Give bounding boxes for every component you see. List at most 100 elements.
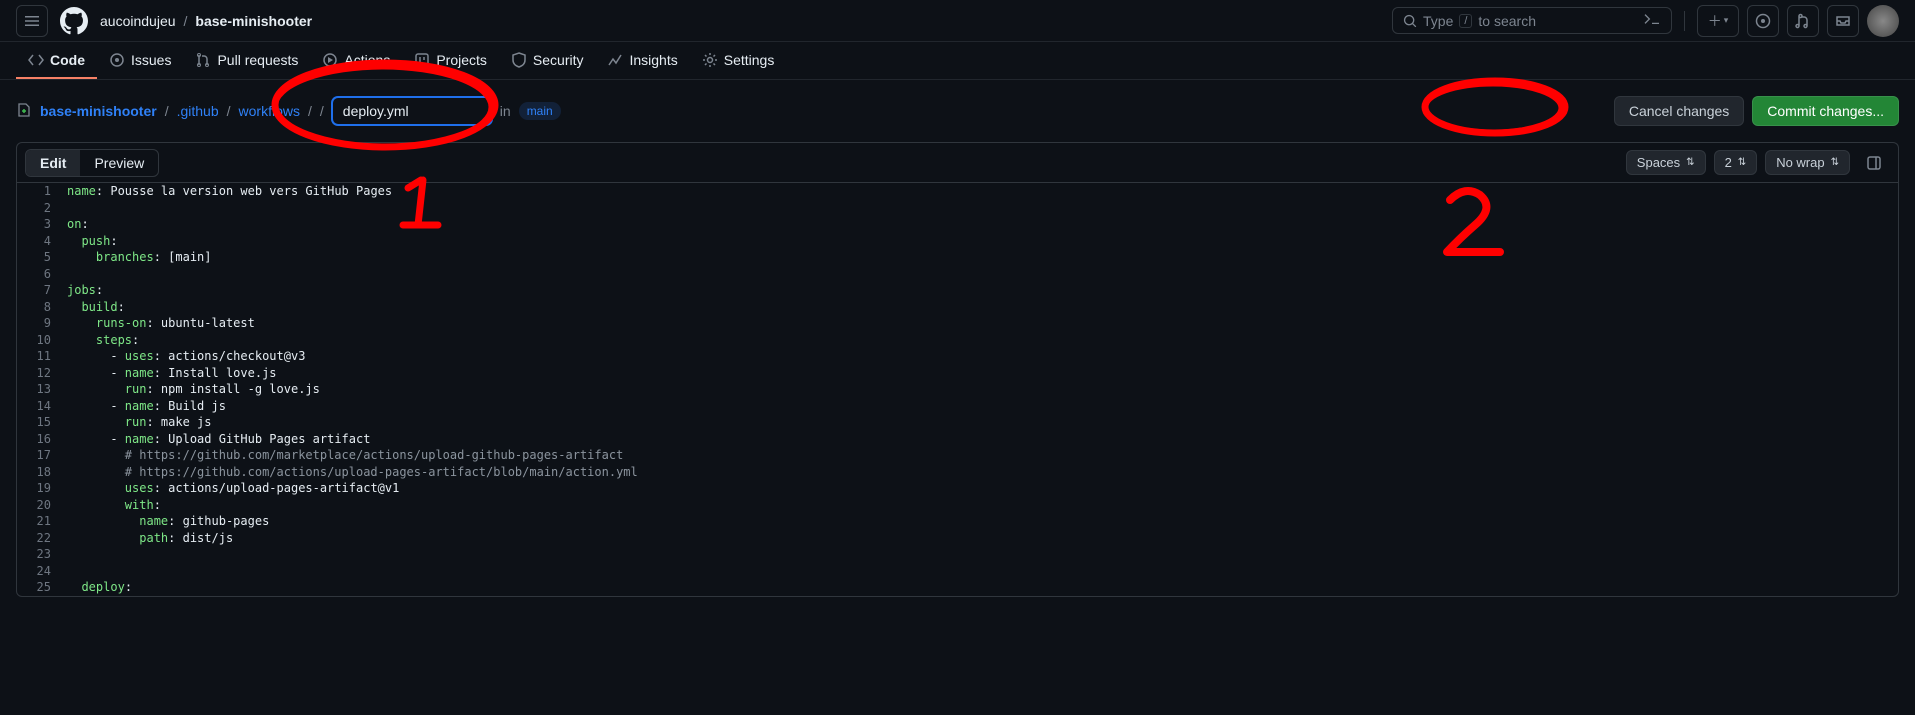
user-avatar[interactable] bbox=[1867, 5, 1899, 37]
create-new-button[interactable]: ＋ ▾ bbox=[1697, 5, 1739, 37]
code-line[interactable]: 4 push: bbox=[17, 233, 1898, 250]
code-content: run: make js bbox=[67, 414, 212, 431]
line-number: 14 bbox=[17, 398, 67, 415]
issues-button[interactable] bbox=[1747, 5, 1779, 37]
code-content: with: bbox=[67, 497, 161, 514]
line-number: 7 bbox=[17, 282, 67, 299]
code-line[interactable]: 21 name: github-pages bbox=[17, 513, 1898, 530]
tab-settings[interactable]: Settings bbox=[690, 42, 787, 79]
path-seg-workflows[interactable]: workflows bbox=[239, 103, 300, 119]
code-content: - name: Build js bbox=[67, 398, 226, 415]
tab-pull-requests[interactable]: Pull requests bbox=[183, 42, 310, 79]
search-hint: to search bbox=[1478, 13, 1536, 29]
code-line[interactable]: 7jobs: bbox=[17, 282, 1898, 299]
tab-code[interactable]: Code bbox=[16, 42, 97, 79]
code-line[interactable]: 9 runs-on: ubuntu-latest bbox=[17, 315, 1898, 332]
line-number: 17 bbox=[17, 447, 67, 464]
divider bbox=[1684, 11, 1685, 31]
owner-link[interactable]: aucoindujeu bbox=[100, 13, 176, 29]
in-label: in bbox=[500, 103, 511, 119]
code-content: deploy: bbox=[67, 579, 132, 596]
path-sep: / bbox=[308, 103, 312, 119]
shield-icon bbox=[511, 52, 527, 68]
line-number: 2 bbox=[17, 200, 67, 217]
filename-input[interactable] bbox=[332, 97, 492, 125]
repo-link[interactable]: base-minishooter bbox=[195, 13, 312, 29]
path-repo[interactable]: base-minishooter bbox=[40, 103, 157, 119]
path-sep: / bbox=[320, 103, 324, 119]
code-line[interactable]: 25 deploy: bbox=[17, 579, 1898, 596]
wrap-select[interactable]: No wrap⇅ bbox=[1765, 150, 1850, 175]
graph-icon bbox=[607, 52, 623, 68]
menu-button[interactable] bbox=[16, 5, 48, 37]
line-number: 16 bbox=[17, 431, 67, 448]
code-content bbox=[67, 546, 74, 563]
code-line[interactable]: 15 run: make js bbox=[17, 414, 1898, 431]
code-line[interactable]: 11 - uses: actions/checkout@v3 bbox=[17, 348, 1898, 365]
cancel-button[interactable]: Cancel changes bbox=[1614, 96, 1744, 126]
commit-button[interactable]: Commit changes... bbox=[1752, 96, 1899, 126]
code-content: push: bbox=[67, 233, 118, 250]
code-content: # https://github.com/marketplace/actions… bbox=[67, 447, 623, 464]
line-number: 4 bbox=[17, 233, 67, 250]
code-content: uses: actions/upload-pages-artifact@v1 bbox=[67, 480, 399, 497]
caret-icon: ⇅ bbox=[1686, 157, 1694, 168]
code-content bbox=[67, 563, 74, 580]
code-line[interactable]: 10 steps: bbox=[17, 332, 1898, 349]
code-line[interactable]: 1name: Pousse la version web vers GitHub… bbox=[17, 183, 1898, 200]
code-line[interactable]: 17 # https://github.com/marketplace/acti… bbox=[17, 447, 1898, 464]
tab-edit[interactable]: Edit bbox=[26, 150, 80, 176]
caret-icon: ⇅ bbox=[1738, 157, 1746, 168]
tab-actions[interactable]: Actions bbox=[310, 42, 402, 79]
line-number: 22 bbox=[17, 530, 67, 547]
indent-size-select[interactable]: 2⇅ bbox=[1714, 150, 1758, 175]
code-content: # https://github.com/actions/upload-page… bbox=[67, 464, 638, 481]
github-logo-icon[interactable] bbox=[58, 5, 90, 37]
top-header: aucoindujeu / base-minishooter Type / to… bbox=[0, 0, 1915, 42]
line-number: 1 bbox=[17, 183, 67, 200]
tab-preview[interactable]: Preview bbox=[80, 150, 158, 176]
panel-icon[interactable] bbox=[1858, 147, 1890, 179]
code-line[interactable]: 6 bbox=[17, 266, 1898, 283]
code-line[interactable]: 8 build: bbox=[17, 299, 1898, 316]
code-content: branches: [main] bbox=[67, 249, 212, 266]
code-line[interactable]: 12 - name: Install love.js bbox=[17, 365, 1898, 382]
indent-mode-select[interactable]: Spaces⇅ bbox=[1626, 150, 1706, 175]
search-input[interactable]: Type / to search bbox=[1392, 7, 1672, 34]
tab-insights[interactable]: Insights bbox=[595, 42, 689, 79]
repo-nav: Code Issues Pull requests Actions Projec… bbox=[0, 42, 1915, 80]
path-sep: / bbox=[227, 103, 231, 119]
code-line[interactable]: 24 bbox=[17, 563, 1898, 580]
code-line[interactable]: 19 uses: actions/upload-pages-artifact@v… bbox=[17, 480, 1898, 497]
code-line[interactable]: 18 # https://github.com/actions/upload-p… bbox=[17, 464, 1898, 481]
path-seg-github[interactable]: .github bbox=[177, 103, 219, 119]
line-number: 15 bbox=[17, 414, 67, 431]
editor-options: Spaces⇅ 2⇅ No wrap⇅ bbox=[1626, 147, 1890, 179]
line-number: 20 bbox=[17, 497, 67, 514]
code-editor[interactable]: 1name: Pousse la version web vers GitHub… bbox=[16, 182, 1899, 597]
caret-icon: ⇅ bbox=[1831, 157, 1839, 168]
code-content: - name: Install love.js bbox=[67, 365, 277, 382]
pr-icon bbox=[195, 52, 211, 68]
code-line[interactable]: 23 bbox=[17, 546, 1898, 563]
tab-issues[interactable]: Issues bbox=[97, 42, 183, 79]
code-line[interactable]: 14 - name: Build js bbox=[17, 398, 1898, 415]
tab-security[interactable]: Security bbox=[499, 42, 596, 79]
inbox-button[interactable] bbox=[1827, 5, 1859, 37]
line-number: 25 bbox=[17, 579, 67, 596]
gear-icon bbox=[702, 52, 718, 68]
code-content: name: Pousse la version web vers GitHub … bbox=[67, 183, 392, 200]
code-line[interactable]: 16 - name: Upload GitHub Pages artifact bbox=[17, 431, 1898, 448]
code-line[interactable]: 5 branches: [main] bbox=[17, 249, 1898, 266]
code-content: steps: bbox=[67, 332, 139, 349]
code-line[interactable]: 20 with: bbox=[17, 497, 1898, 514]
code-line[interactable]: 3on: bbox=[17, 216, 1898, 233]
tab-projects[interactable]: Projects bbox=[402, 42, 499, 79]
code-line[interactable]: 13 run: npm install -g love.js bbox=[17, 381, 1898, 398]
code-line[interactable]: 2 bbox=[17, 200, 1898, 217]
line-number: 8 bbox=[17, 299, 67, 316]
code-content: run: npm install -g love.js bbox=[67, 381, 320, 398]
code-line[interactable]: 22 path: dist/js bbox=[17, 530, 1898, 547]
branch-pill[interactable]: main bbox=[519, 102, 561, 120]
pull-requests-button[interactable] bbox=[1787, 5, 1819, 37]
